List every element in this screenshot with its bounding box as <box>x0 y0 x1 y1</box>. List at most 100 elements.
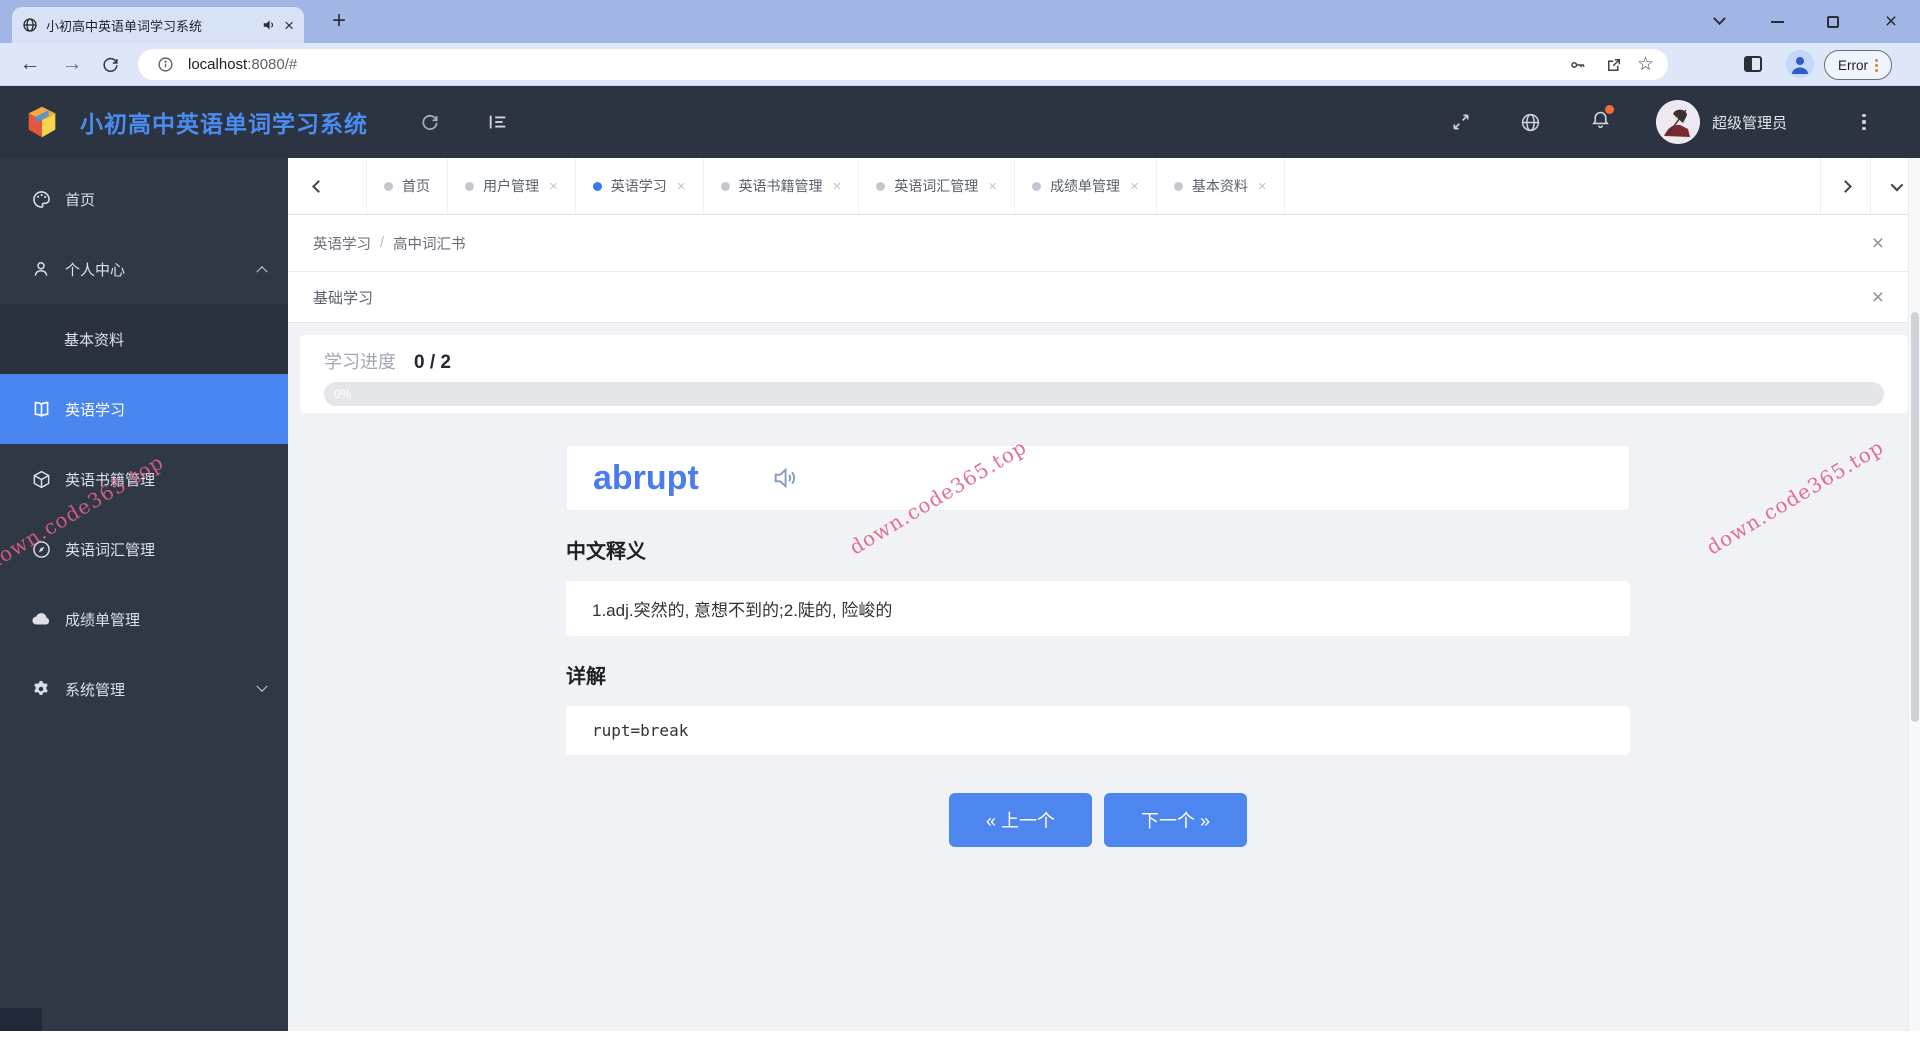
username-label[interactable]: 超级管理员 <box>1712 86 1787 158</box>
sidebar-item-english-vocabulary[interactable]: 英语词汇管理 <box>0 514 288 584</box>
fullscreen-icon[interactable] <box>1441 86 1481 158</box>
browser-tab[interactable]: 小初高中英语单词学习系统 × <box>12 7 304 43</box>
scrollbar-thumb[interactable] <box>1911 312 1919 722</box>
speaker-icon[interactable] <box>771 464 799 492</box>
tag-label: 英语书籍管理 <box>738 178 823 194</box>
language-globe-icon[interactable] <box>1510 86 1550 158</box>
browser-tab-title: 小初高中英语单词学习系统 <box>46 18 203 34</box>
sidebar-item-label: 基本资料 <box>64 331 125 349</box>
sidebar-item-basic-info[interactable]: 基本资料 <box>0 304 288 374</box>
share-icon[interactable] <box>1601 52 1627 78</box>
close-icon[interactable]: × <box>1872 233 1884 254</box>
progress-card: 学习进度 0 / 2 0% <box>300 335 1908 413</box>
bookmark-star-icon[interactable]: ☆ <box>1637 53 1654 76</box>
tag-view-bar: 首页 用户管理 × 英语学习 × 英语书籍管理 × 英语词汇管理 × 成绩单管理… <box>288 158 1920 215</box>
tab-close-icon[interactable]: × <box>284 17 294 34</box>
sidebar: 首页 个人中心 基本资料 英语学习 英语书籍管理 英语词汇管理 成绩单管理 系统… <box>0 158 288 1031</box>
scrollbar[interactable] <box>1908 158 1920 1031</box>
window-menu-chevron-icon[interactable] <box>1692 0 1746 43</box>
tag-close-icon[interactable]: × <box>988 179 997 194</box>
progress-percent: 0% <box>334 387 352 401</box>
app-header: 小初高中英语单词学习系统 超级管理员 <box>0 86 1920 158</box>
compass-icon <box>30 538 52 560</box>
progress-value: 0 / 2 <box>414 352 451 373</box>
tags-scroll-left-button[interactable] <box>288 158 348 214</box>
tag-report-cards[interactable]: 成绩单管理 × <box>1015 158 1157 214</box>
tag-basic-info[interactable]: 基本资料 × <box>1157 158 1285 214</box>
tag-home[interactable]: 首页 <box>366 158 448 214</box>
reload-button[interactable] <box>93 47 127 81</box>
breadcrumb: 英语学习 / 高中词汇书 <box>313 233 466 254</box>
password-key-icon[interactable] <box>1565 52 1591 78</box>
tag-user-management[interactable]: 用户管理 × <box>448 158 576 214</box>
address-bar[interactable]: localhost:8080/# ☆ <box>138 49 1668 80</box>
definition-heading: 中文释义 <box>566 541 646 563</box>
next-word-button[interactable]: 下一个 » <box>1104 793 1247 847</box>
gear-icon <box>30 678 52 700</box>
tag-close-icon[interactable]: × <box>833 179 842 194</box>
sidebar-item-label: 首页 <box>65 191 96 209</box>
tags-scroll-right-button[interactable] <box>1820 158 1870 214</box>
tag-dot <box>876 181 886 191</box>
sidebar-item-system-management[interactable]: 系统管理 <box>0 654 288 724</box>
tag-label: 首页 <box>402 178 430 194</box>
tag-close-icon[interactable]: × <box>1258 179 1267 194</box>
sidebar-item-label: 成绩单管理 <box>65 611 141 629</box>
breadcrumb-bar: 英语学习 / 高中词汇书 × <box>288 215 1920 272</box>
tag-english-study[interactable]: 英语学习 × <box>576 158 704 214</box>
panel-title: 基础学习 <box>313 289 374 307</box>
refresh-icon[interactable] <box>410 86 450 158</box>
sidebar-item-label: 英语学习 <box>65 401 126 419</box>
tab-audio-icon[interactable] <box>262 18 276 32</box>
palette-icon <box>30 188 52 210</box>
forward-button[interactable]: → <box>55 47 89 81</box>
header-more-icon[interactable] <box>1854 86 1874 158</box>
window-maximize-button[interactable] <box>1806 0 1860 43</box>
sidebar-item-english-study[interactable]: 英语学习 <box>0 374 288 444</box>
cloud-icon <box>30 608 52 630</box>
sidebar-item-personal-center[interactable]: 个人中心 <box>0 234 288 304</box>
tag-close-icon[interactable]: × <box>1130 179 1139 194</box>
user-icon <box>30 258 52 280</box>
app-logo <box>22 86 62 158</box>
detail-text: rupt=break <box>566 706 1630 755</box>
new-tab-button[interactable]: + <box>322 4 356 38</box>
tag-dot <box>465 181 474 191</box>
breadcrumb-current: 高中词汇书 <box>393 236 466 253</box>
site-info-icon[interactable] <box>152 52 178 78</box>
url-text: localhost:8080/# <box>188 56 298 73</box>
sidebar-item-report-cards[interactable]: 成绩单管理 <box>0 584 288 654</box>
user-avatar[interactable] <box>1656 100 1700 144</box>
tag-dot <box>1032 181 1042 191</box>
sidebar-item-label: 英语书籍管理 <box>65 471 156 489</box>
window-minimize-button[interactable] <box>1750 0 1804 43</box>
tag-english-books[interactable]: 英语书籍管理 × <box>704 158 860 214</box>
tag-close-icon[interactable]: × <box>677 179 686 194</box>
notification-bell-icon[interactable] <box>1580 86 1620 158</box>
sidebar-item-english-books[interactable]: 英语书籍管理 <box>0 444 288 514</box>
sidebar-fold-icon[interactable] <box>478 86 518 158</box>
menu-dots-icon <box>1875 58 1878 72</box>
tag-label: 英语学习 <box>610 178 667 194</box>
side-panel-icon[interactable] <box>1736 47 1770 81</box>
window-close-button[interactable]: × <box>1864 0 1918 43</box>
breadcrumb-parent[interactable]: 英语学习 <box>313 233 371 254</box>
browser-profile-avatar[interactable] <box>1786 50 1814 83</box>
main-area: 首页 用户管理 × 英语学习 × 英语书籍管理 × 英语词汇管理 × 成绩单管理… <box>288 158 1920 1031</box>
definition-text: 1.adj.突然的, 意想不到的;2.陡的, 险峻的 <box>566 581 1630 636</box>
study-content: 学习进度 0 / 2 0% abrupt 中文释义 1.adj.突然的, 意想不… <box>288 335 1908 1043</box>
notification-dot <box>1604 105 1614 114</box>
sidebar-item-home[interactable]: 首页 <box>0 164 288 234</box>
app-title: 小初高中英语单词学习系统 <box>80 111 368 137</box>
browser-menu-error-button[interactable]: Error <box>1824 50 1892 80</box>
progress-bar: 0% <box>324 382 1884 406</box>
tag-english-vocabulary[interactable]: 英语词汇管理 × <box>859 158 1016 214</box>
tag-dot <box>720 181 730 191</box>
study-panel-header: 基础学习 × <box>288 272 1920 323</box>
back-button[interactable]: ← <box>13 47 47 81</box>
tag-label: 基本资料 <box>1191 178 1248 194</box>
tag-close-icon[interactable]: × <box>549 179 558 194</box>
previous-word-button[interactable]: « 上一个 <box>949 793 1092 847</box>
close-icon[interactable]: × <box>1872 287 1884 308</box>
breadcrumb-separator: / <box>380 235 385 251</box>
